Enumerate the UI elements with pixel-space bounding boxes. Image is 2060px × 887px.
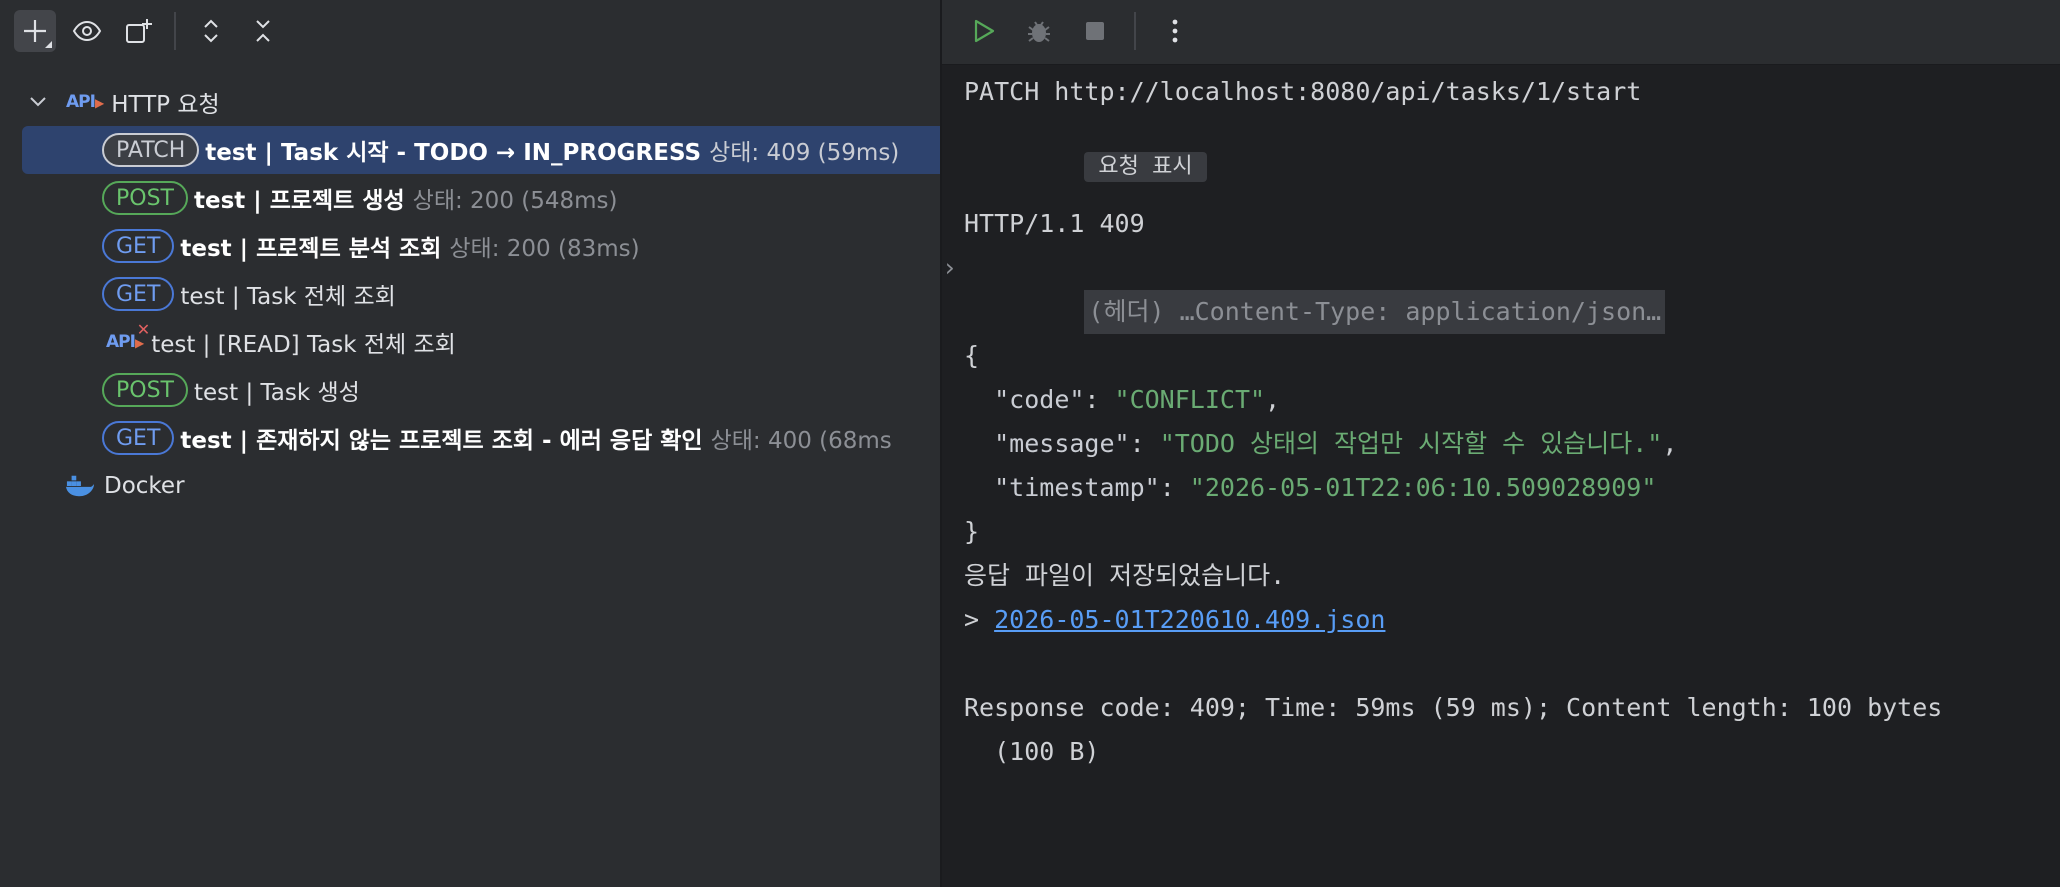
tree-node-docker[interactable]: Docker (0, 462, 940, 510)
request-status: 상태: 409 (59ms) (709, 140, 900, 166)
more-vertical-icon (1172, 19, 1178, 43)
summary-line: Response code: 409; Time: 59ms (59 ms); … (964, 693, 1943, 722)
request-status: 상태: 200 (83ms) (449, 236, 640, 262)
toolbar-separator (174, 12, 176, 50)
expand-all-button[interactable] (190, 10, 232, 52)
request-name: test | Task 전체 조회 (180, 284, 396, 310)
new-tab-icon (126, 19, 152, 43)
services-toolbar (14, 10, 284, 52)
response-toolbar (962, 10, 1196, 52)
saved-file-link[interactable]: 2026-05-01T220610.409.json (994, 605, 1385, 634)
headers-line: › (헤더) …Content-Type: application/json… (942, 246, 1942, 334)
request-status: 상태: 200 (548ms) (412, 188, 618, 214)
summary-line-wrap: (100 B) (994, 737, 1100, 766)
debug-button[interactable] (1018, 10, 1060, 52)
chevron-right-icon[interactable]: › (942, 246, 957, 290)
json-close: } (964, 517, 980, 546)
response-panel: PATCH http://localhost:8080/api/tasks/1/… (942, 0, 2060, 887)
request-name: test | 존재하지 않는 프로젝트 조회 - 에러 응답 확인 (180, 428, 703, 454)
saved-file-line: > 2026-05-01T220610.409.json (964, 605, 1386, 634)
stop-button[interactable] (1074, 10, 1116, 52)
json-field-code: "code": "CONFLICT", (994, 385, 1281, 414)
api-error-icon: API▶ ✕ (106, 320, 150, 352)
services-tree: API▶ HTTP 요청 PATCH test | Task 시작 - TODO… (0, 78, 940, 510)
request-status: 상태: 400 (68ms (710, 428, 892, 454)
request-item[interactable]: PATCH test | Task 시작 - TODO → IN_PROGRES… (22, 126, 940, 174)
add-button[interactable] (14, 10, 56, 52)
request-item[interactable]: GET test | Task 전체 조회 (0, 270, 940, 318)
open-in-new-tab-button[interactable] (118, 10, 160, 52)
request-name: test | [READ] Task 전체 조회 (151, 332, 456, 358)
chevron-down-icon[interactable] (26, 90, 50, 114)
collapse-all-button[interactable] (242, 10, 284, 52)
method-badge-get: GET (102, 421, 175, 455)
json-open: { (964, 341, 980, 370)
dropdown-corner-icon (45, 41, 52, 48)
stop-icon (1086, 22, 1104, 40)
method-badge-get: GET (102, 277, 175, 311)
expand-all-icon (204, 19, 218, 43)
saved-message: 응답 파일이 저장되었습니다. (964, 561, 1286, 590)
api-icon: API▶ (66, 92, 104, 112)
view-options-button[interactable] (66, 10, 108, 52)
tree-node-label: HTTP 요청 (111, 92, 220, 118)
request-name: test | 프로젝트 생성 (194, 188, 405, 214)
tree-node-label: Docker (104, 473, 185, 499)
services-panel: API▶ HTTP 요청 PATCH test | Task 시작 - TODO… (0, 0, 940, 887)
json-field-message: "message": "TODO 상태의 작업만 시작할 수 있습니다.", (994, 429, 1678, 458)
status-line: HTTP/1.1 409 (964, 209, 1145, 238)
http-client-window: API▶ HTTP 요청 PATCH test | Task 시작 - TODO… (0, 0, 2060, 887)
method-badge-post: POST (102, 373, 188, 407)
docker-icon (66, 475, 94, 497)
response-console[interactable]: PATCH http://localhost:8080/api/tasks/1/… (942, 70, 1943, 774)
json-field-timestamp: "timestamp": "2026-05-01T22:06:10.509028… (994, 473, 1657, 502)
debug-icon (1028, 21, 1050, 42)
request-item[interactable]: POST test | Task 생성 (0, 366, 940, 414)
toolbar-separator (1134, 12, 1136, 50)
request-name: test | Task 생성 (194, 380, 360, 406)
run-button[interactable] (962, 10, 1004, 52)
run-icon (974, 19, 995, 43)
method-badge-get: GET (102, 229, 175, 263)
request-item[interactable]: GET test | 존재하지 않는 프로젝트 조회 - 에러 응답 확인 상태… (0, 414, 940, 462)
method-badge-patch: PATCH (102, 133, 200, 167)
request-item[interactable]: GET test | 프로젝트 분석 조회 상태: 200 (83ms) (0, 222, 940, 270)
collapse-all-icon (256, 20, 270, 42)
more-options-button[interactable] (1154, 10, 1196, 52)
request-name: test | 프로젝트 분석 조회 (180, 236, 442, 262)
eye-icon (72, 20, 102, 42)
request-item[interactable]: POST test | 프로젝트 생성 상태: 200 (548ms) (0, 174, 940, 222)
request-line: PATCH http://localhost:8080/api/tasks/1/… (964, 77, 1642, 106)
request-item[interactable]: API▶ ✕ test | [READ] Task 전체 조회 (0, 318, 940, 366)
method-badge-post: POST (102, 181, 188, 215)
tree-node-http-requests[interactable]: API▶ HTTP 요청 (0, 78, 940, 126)
request-name: test | Task 시작 - TODO → IN_PROGRESS (205, 140, 702, 166)
